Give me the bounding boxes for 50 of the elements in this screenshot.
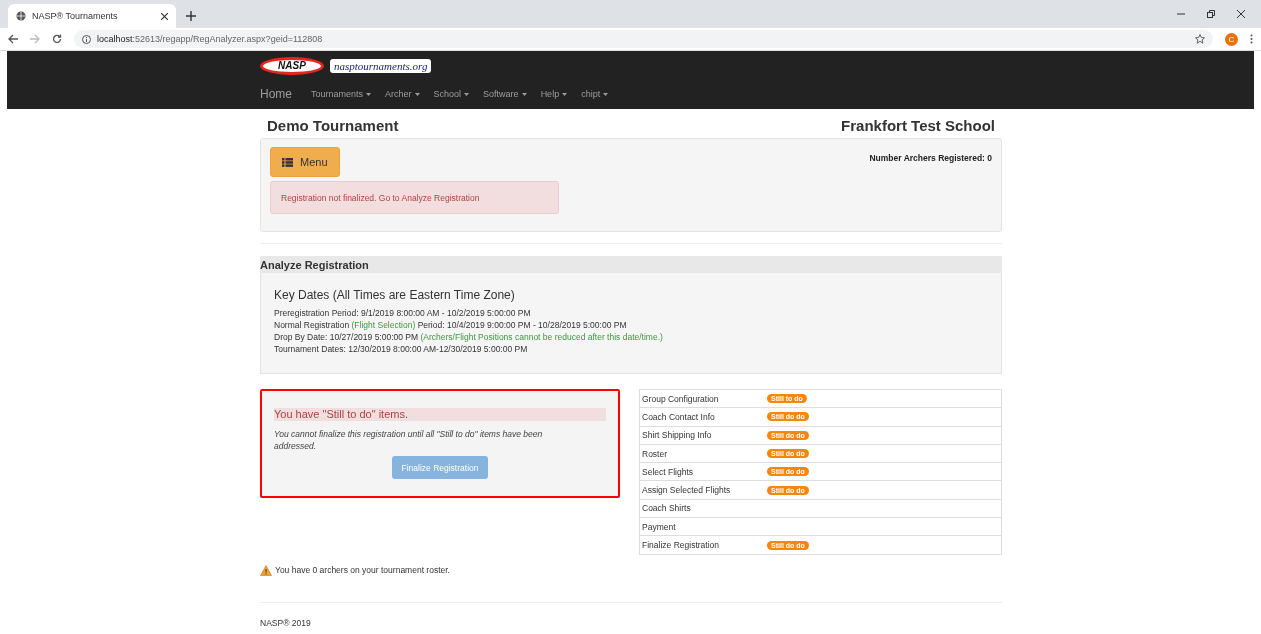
- new-tab-icon[interactable]: [186, 11, 196, 21]
- nav-link[interactable]: Help: [540, 89, 568, 99]
- close-icon[interactable]: [1237, 10, 1245, 18]
- nav-link[interactable]: Home: [260, 87, 292, 101]
- info-icon: [82, 34, 91, 44]
- checklist-item: Coach Shirts: [642, 503, 692, 514]
- todo-message: You cannot finalize this registration until all "Still to do" items have been addressed.: [274, 428, 544, 452]
- address-bar[interactable]: localhost:52613/regapp/RegAnalyzer.aspx?geid=112808: [74, 30, 1213, 48]
- back-icon[interactable]: [8, 34, 18, 44]
- tab-title: NASP® Tournaments: [32, 11, 119, 21]
- close-icon[interactable]: [161, 12, 168, 20]
- checklist-item: Coach Contact Info: [642, 411, 716, 422]
- more-icon[interactable]: [1250, 34, 1253, 44]
- nav-link[interactable]: Software: [483, 89, 527, 99]
- menu-button[interactable]: Menu: [270, 147, 340, 177]
- nav-link[interactable]: chipt: [581, 89, 609, 99]
- checklist-item: Assign Selected Flights: [642, 485, 732, 496]
- nav-link[interactable]: Tournaments: [311, 89, 372, 99]
- todo-heading: You have "Still to do" items.: [274, 408, 606, 421]
- checklist-item: Finalize Registration: [642, 540, 720, 550]
- date-line: Tournament Dates: 12/30/2019 8:00:00 AM-12/30/2019 5:00:00 PM: [274, 343, 529, 355]
- checklist-item: Roster: [642, 448, 669, 459]
- star-icon[interactable]: [1195, 34, 1205, 44]
- tournament-title: Demo Tournament: [267, 117, 399, 134]
- school-title: Frankfort Test School: [841, 117, 995, 134]
- browser-tab[interactable]: NASP® Tournaments: [8, 4, 176, 28]
- alert-message: Registration not finalized. Go to Analyze Registration: [270, 181, 559, 214]
- nav-link[interactable]: School: [433, 89, 470, 99]
- date-line: Preregistration Period: 9/1/2019 8:00:00 AM - 10/2/2019 5:00:00 PM: [274, 307, 532, 319]
- warning-icon: [260, 564, 272, 576]
- checklist-item: Group Configuration: [642, 393, 720, 404]
- checklist-item: Select Flights: [642, 466, 695, 477]
- globe-icon: [16, 11, 26, 21]
- key-dates-title: Key Dates (All Times are Eastern Time Zone): [274, 288, 516, 302]
- url-text: localhost:52613/regapp/RegAnalyzer.aspx?geid=112808: [97, 34, 323, 44]
- reload-icon[interactable]: [52, 34, 62, 44]
- nav-link[interactable]: Archer: [385, 89, 420, 99]
- footer-text: NASP® 2019: [260, 617, 311, 628]
- date-line: Drop By Date: 10/27/2019 5:00:00 PM (Archers/Flight Positions cannot be reduced after this date/time.): [274, 331, 664, 343]
- minimize-icon[interactable]: [1177, 10, 1185, 18]
- section-header: Analyze Registration: [260, 256, 1002, 273]
- logo[interactable]: NASP: [260, 56, 324, 75]
- archers-count: Number Archers Registered: 0: [869, 153, 992, 165]
- list-icon: [282, 157, 293, 167]
- roster-warning: You have 0 archers on your tournament roster.: [275, 565, 450, 576]
- restore-icon[interactable]: [1207, 10, 1215, 18]
- checklist-item: Shirt Shipping Info: [642, 430, 713, 441]
- date-line: Normal Registration (Flight Selection) Period: 10/4/2019 9:00:00 PM - 10/28/2019 5:00:00 PM: [274, 319, 628, 331]
- checklist-item: Payment: [642, 521, 677, 532]
- site-logo[interactable]: nasptournaments.org: [330, 58, 432, 73]
